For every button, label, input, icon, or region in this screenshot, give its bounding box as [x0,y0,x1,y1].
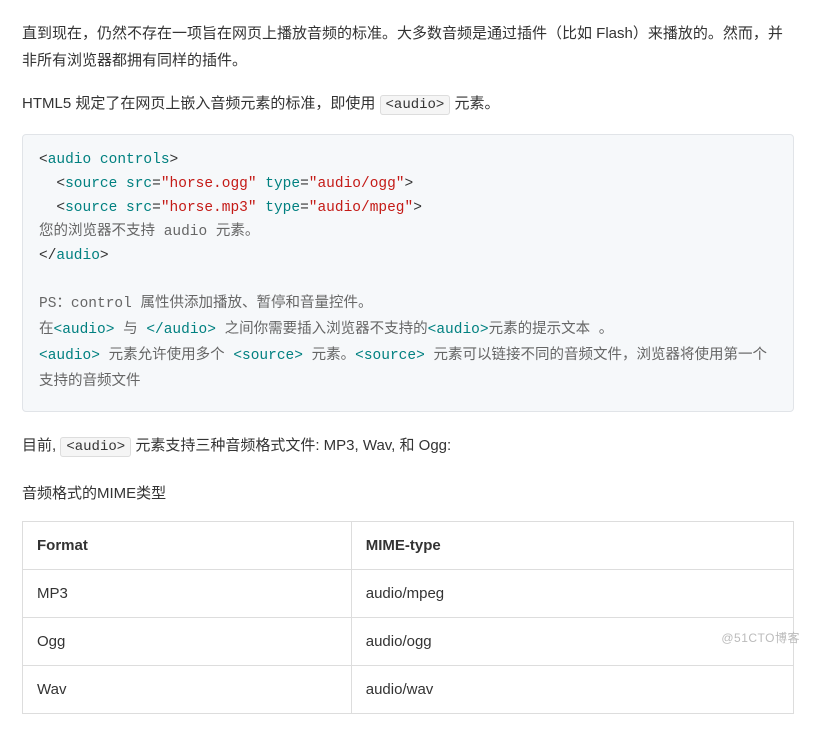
code-line: 您的浏览器不支持 audio 元素。 [39,221,777,245]
code-line: <source src="horse.mp3" type="audio/mpeg… [39,197,777,221]
p3-before: 目前, [22,437,60,454]
table-row: Wavaudio/wav [23,666,794,714]
table-cell: Wav [23,666,352,714]
code-line: <source src="horse.ogg" type="audio/ogg"… [39,173,777,197]
th-format: Format [23,522,352,570]
p3-after: 元素支持三种音频格式文件: MP3, Wav, 和 Ogg: [131,437,451,454]
table-cell: Ogg [23,618,352,666]
p2-before: HTML5 规定了在网页上嵌入音频元素的标准，即使用 [22,95,380,112]
ps-line-3: <audio> 元素允许使用多个 <source> 元素。<source> 元素… [39,343,777,395]
th-mime: MIME-type [351,522,793,570]
table-row: Oggaudio/ogg [23,618,794,666]
mime-table: Format MIME-type MP3audio/mpegOggaudio/o… [22,521,794,714]
table-cell: audio/wav [351,666,793,714]
code-example-block: <audio controls> <source src="horse.ogg"… [22,134,794,412]
code-ps-block: PS：control 属性供添加播放、暂停和音量控件。 在<audio> 与 <… [39,291,777,395]
paragraph-intro-1: 直到现在，仍然不存在一项旨在网页上播放音频的标准。大多数音频是通过插件（比如 F… [22,20,794,74]
code-line: <audio controls> [39,149,777,173]
table-cell: audio/mpeg [351,570,793,618]
ps-line-2: 在<audio> 与 </audio> 之间你需要插入浏览器不支持的<audio… [39,317,777,343]
paragraph-intro-2: HTML5 规定了在网页上嵌入音频元素的标准，即使用 <audio> 元素。 [22,90,794,118]
inline-code-audio-2: <audio> [60,437,131,457]
inline-code-audio: <audio> [380,95,451,115]
ps-line-1: PS：control 属性供添加播放、暂停和音量控件。 [39,291,777,317]
p2-after: 元素。 [450,95,499,112]
paragraph-formats: 目前, <audio> 元素支持三种音频格式文件: MP3, Wav, 和 Og… [22,432,794,460]
table-header-row: Format MIME-type [23,522,794,570]
code-line: </audio> [39,245,777,269]
table-row: MP3audio/mpeg [23,570,794,618]
table-cell: MP3 [23,570,352,618]
table-cell: audio/ogg [351,618,793,666]
mime-heading: 音频格式的MIME类型 [22,480,794,507]
